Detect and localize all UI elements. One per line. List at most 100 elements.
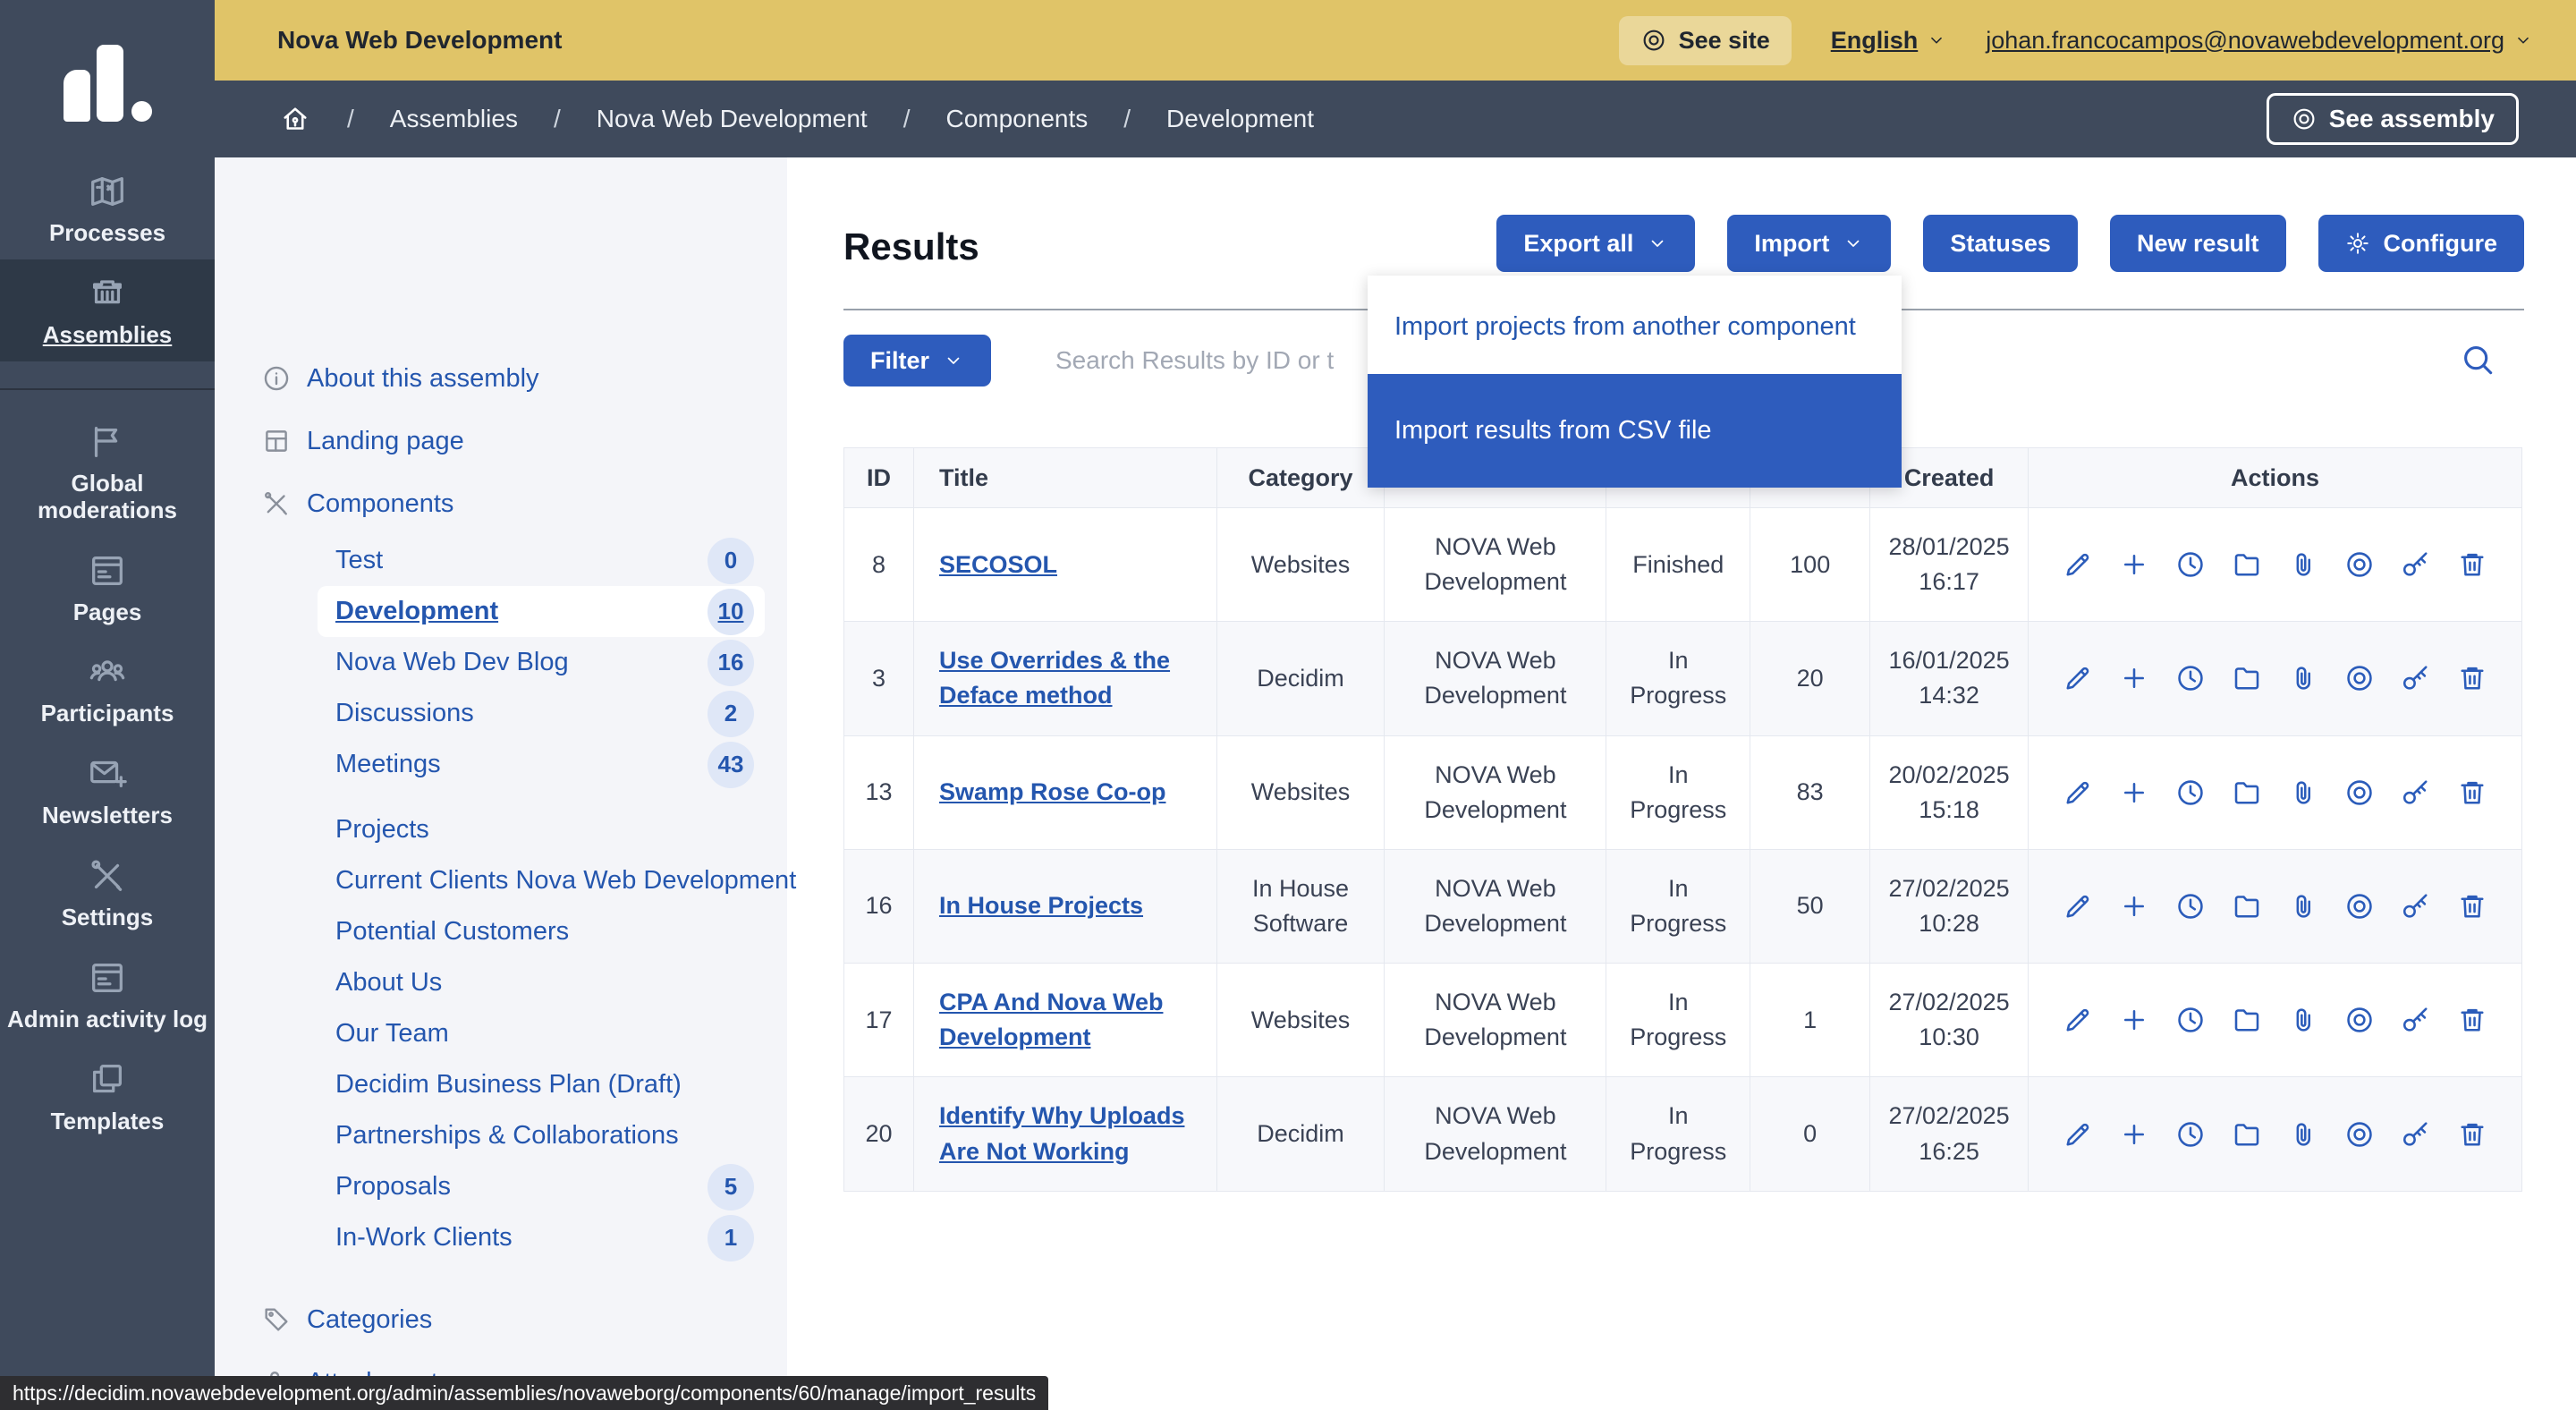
add-plus-icon[interactable] [2118,777,2150,809]
add-plus-icon[interactable] [2118,1118,2150,1151]
panel-item[interactable]: About this assembly [215,347,787,410]
result-title-link[interactable]: Identify Why Uploads Are Not Working [939,1102,1185,1164]
panel-item[interactable]: Potential Customers [318,906,765,957]
breadcrumb-item[interactable]: Assemblies [390,105,518,133]
panel-item[interactable]: In-Work Clients 1 [318,1212,765,1263]
edit-pencil-icon[interactable] [2062,890,2094,922]
edit-pencil-icon[interactable] [2062,548,2094,581]
clock-icon[interactable] [2174,1118,2207,1151]
breadcrumb-item[interactable]: Components [945,105,1088,133]
panel-item[interactable]: Development 10 [318,586,765,637]
trash-icon[interactable] [2456,777,2488,809]
sidebar-item[interactable]: Assemblies [0,259,215,361]
panel-item[interactable]: Test 0 [318,535,765,586]
folder-icon[interactable] [2231,890,2263,922]
eye-icon[interactable] [2343,662,2376,694]
eye-icon[interactable] [2343,1004,2376,1036]
toolbar-button[interactable]: Configure [2318,215,2525,272]
edit-pencil-icon[interactable] [2062,1004,2094,1036]
result-title-link[interactable]: Swamp Rose Co-op [939,778,1166,805]
paperclip-icon[interactable] [2287,777,2319,809]
paperclip-icon[interactable] [2287,1118,2319,1151]
see-site-button[interactable]: See site [1619,16,1792,65]
key-icon[interactable] [2400,548,2432,581]
sidebar-item[interactable]: Templates [0,1046,215,1148]
clock-icon[interactable] [2174,1004,2207,1036]
breadcrumb-item[interactable]: Development [1166,105,1314,133]
key-icon[interactable] [2400,777,2432,809]
user-menu[interactable]: johan.francocampos@novawebdevelopment.or… [1986,27,2533,55]
sidebar-item[interactable]: Settings [0,842,215,944]
eye-icon[interactable] [2343,890,2376,922]
eye-icon[interactable] [2343,1118,2376,1151]
trash-icon[interactable] [2456,890,2488,922]
sidebar-item[interactable]: Newsletters [0,740,215,842]
result-title-link[interactable]: CPA And Nova Web Development [939,989,1164,1050]
home-icon[interactable] [279,103,311,135]
filter-button[interactable]: Filter [843,335,991,386]
add-plus-icon[interactable] [2118,662,2150,694]
panel-item[interactable]: Landing page [215,410,787,472]
eye-icon[interactable] [2343,548,2376,581]
sidebar-item[interactable]: Pages [0,537,215,639]
panel-item[interactable]: Partnerships & Collaborations [318,1110,765,1161]
sidebar-item[interactable]: Participants [0,638,215,740]
toolbar-button[interactable]: Export all [1496,215,1695,272]
add-plus-icon[interactable] [2118,548,2150,581]
result-title-link[interactable]: SECOSOL [939,551,1057,578]
toolbar-button[interactable]: Statuses [1923,215,2078,272]
panel-item[interactable]: Components [215,472,787,535]
clock-icon[interactable] [2174,662,2207,694]
paperclip-icon[interactable] [2287,548,2319,581]
trash-icon[interactable] [2456,1118,2488,1151]
breadcrumb-item[interactable]: Nova Web Development [597,105,868,133]
sidebar-item[interactable]: Global moderations [0,408,215,537]
edit-pencil-icon[interactable] [2062,777,2094,809]
decidim-logo[interactable] [0,36,215,122]
clock-icon[interactable] [2174,548,2207,581]
result-title-link[interactable]: In House Projects [939,892,1143,919]
key-icon[interactable] [2400,1118,2432,1151]
see-assembly-button[interactable]: See assembly [2267,93,2519,145]
panel-item[interactable]: Proposals 5 [318,1161,765,1212]
folder-icon[interactable] [2231,777,2263,809]
panel-item[interactable]: Our Team [318,1008,765,1059]
clock-icon[interactable] [2174,777,2207,809]
trash-icon[interactable] [2456,1004,2488,1036]
paperclip-icon[interactable] [2287,1004,2319,1036]
trash-icon[interactable] [2456,662,2488,694]
sidebar-item[interactable]: Processes [0,157,215,259]
result-title-link[interactable]: Use Overrides & the Deface method [939,647,1170,709]
add-plus-icon[interactable] [2118,1004,2150,1036]
edit-pencil-icon[interactable] [2062,1118,2094,1151]
panel-item[interactable]: Meetings 43 [318,739,765,790]
paperclip-icon[interactable] [2287,662,2319,694]
key-icon[interactable] [2400,1004,2432,1036]
edit-pencil-icon[interactable] [2062,662,2094,694]
toolbar-button[interactable]: New result [2110,215,2286,272]
panel-item[interactable]: Nova Web Dev Blog 16 [318,637,765,688]
key-icon[interactable] [2400,662,2432,694]
trash-icon[interactable] [2456,548,2488,581]
panel-item[interactable]: Current Clients Nova Web Development [318,855,765,906]
clock-icon[interactable] [2174,890,2207,922]
paperclip-icon[interactable] [2287,890,2319,922]
panel-item[interactable]: About Us [318,957,765,1008]
panel-item[interactable]: Projects [318,804,765,855]
folder-icon[interactable] [2231,1118,2263,1151]
key-icon[interactable] [2400,890,2432,922]
folder-icon[interactable] [2231,548,2263,581]
dropdown-item[interactable]: Import projects from another component [1368,276,1902,374]
folder-icon[interactable] [2231,1004,2263,1036]
search-icon[interactable] [2458,340,2497,379]
add-plus-icon[interactable] [2118,890,2150,922]
dropdown-item[interactable]: Import results from CSV file [1368,374,1902,487]
panel-item[interactable]: Categories [215,1288,787,1351]
language-selector[interactable]: English [1831,27,1947,55]
panel-item[interactable]: Decidim Business Plan (Draft) [318,1059,765,1110]
panel-item[interactable]: Discussions 2 [318,688,765,739]
folder-icon[interactable] [2231,662,2263,694]
toolbar-button[interactable]: Import [1727,215,1891,272]
sidebar-item[interactable]: Admin activity log [0,944,215,1046]
eye-icon[interactable] [2343,777,2376,809]
